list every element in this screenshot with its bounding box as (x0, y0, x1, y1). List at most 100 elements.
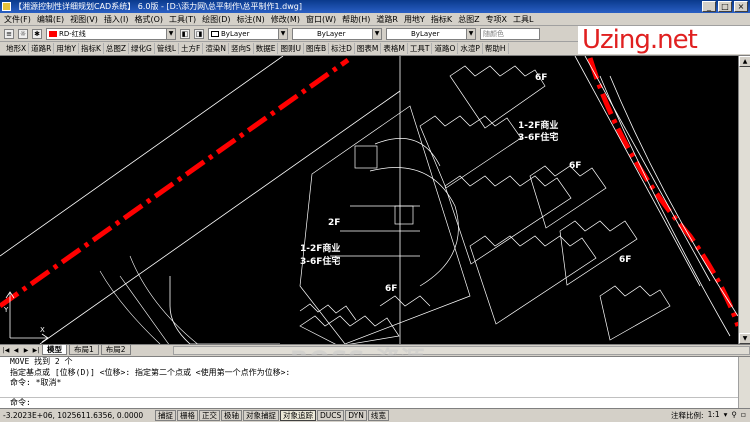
red-line-left (0, 57, 350, 309)
building-blocks (299, 65, 671, 344)
status-toggle-button[interactable]: 捕捉 (155, 410, 176, 421)
scroll-down-icon[interactable]: ▼ (739, 333, 750, 344)
label-commercial-west: 1-2F商业 (300, 242, 340, 254)
site-boundary (299, 105, 471, 344)
toolbar-menu-item[interactable]: 图库B (304, 43, 330, 54)
tray-settings-icon[interactable]: ▫ (741, 410, 746, 421)
toolbar-menu-item[interactable]: 标注D (329, 43, 355, 54)
label-6f-mid: 6F (569, 161, 581, 171)
chevron-down-icon: ▼ (278, 28, 287, 39)
status-toggle-button[interactable]: 对象追踪 (280, 410, 316, 421)
status-toggle-button[interactable]: 栅格 (177, 410, 198, 421)
layer-dropdown[interactable]: RD-红线 ▼ (46, 27, 176, 40)
menu-item[interactable]: 专项X (486, 14, 507, 25)
tab-prev-icon[interactable]: ◀ (12, 346, 20, 355)
layer-state-icon[interactable]: ◧ (180, 28, 190, 39)
status-toggle-button[interactable]: DYN (345, 410, 367, 421)
toolbar-menu-item[interactable]: 道路O (432, 43, 459, 54)
red-line-right (587, 57, 738, 327)
window-title: 【湘源控制性详细规划CAD系统】 6.0版 - [D:\添力网\总平制作\总平制… (14, 2, 302, 11)
menu-item[interactable]: 工具L (513, 14, 533, 25)
menu-item[interactable]: 总图Z (458, 14, 479, 25)
close-button[interactable]: × (734, 1, 748, 12)
toolbar-menu-item[interactable]: 图表M (355, 43, 382, 54)
menu-item[interactable]: 标注(N) (237, 14, 265, 25)
toolbar-menu-item[interactable]: 数据E (254, 43, 279, 54)
label-6f-bottom: 6F (385, 284, 397, 294)
menu-item[interactable]: 编辑(E) (37, 14, 64, 25)
menu-item[interactable]: 帮助(H) (342, 14, 370, 25)
tab-last-icon[interactable]: ▶| (32, 346, 40, 355)
minimize-button[interactable]: _ (702, 1, 716, 12)
annotation-scale-dropdown[interactable]: 1:1 (708, 410, 720, 421)
layer-manager-icon[interactable]: ≡ (4, 28, 14, 39)
toolbar-menu-item[interactable]: 土方F (179, 43, 204, 54)
horizontal-scrollbar[interactable] (172, 345, 750, 355)
menu-item[interactable]: 窗口(W) (306, 14, 336, 25)
menu-item[interactable]: 视图(V) (70, 14, 98, 25)
layer-dropdown-value: RD-红线 (59, 29, 86, 38)
annotation-visibility-icon[interactable]: ⚲ (731, 410, 737, 421)
label-2f: 2F (328, 218, 340, 228)
toolbar-menu-item[interactable]: 图则U (278, 43, 304, 54)
linetype-dropdown[interactable]: ByLayer ▼ (292, 27, 382, 40)
toolbar-menu-item[interactable]: 管线L (155, 43, 180, 54)
lineweight-dropdown[interactable]: ByLayer ▼ (386, 27, 476, 40)
brand-watermark: Uzing.net (578, 26, 750, 54)
bulb-icon[interactable]: ☼ (18, 28, 28, 39)
menu-item[interactable]: 道路R (376, 14, 398, 25)
status-toggle-button[interactable]: DUCS (317, 410, 345, 421)
menu-item[interactable]: 绘图(D) (202, 14, 230, 25)
scroll-up-icon[interactable]: ▲ (739, 56, 750, 67)
menu-item[interactable]: 用地Y (404, 14, 425, 25)
toolbar-menu-item[interactable]: 总图Z (104, 43, 130, 54)
menu-item[interactable]: 文件(F) (4, 14, 31, 25)
status-toggle-button[interactable]: 极轴 (221, 410, 242, 421)
plotstyle-dropdown[interactable]: 随颜色 (480, 27, 540, 40)
toolbar-menu-item[interactable]: 帮助H (483, 43, 509, 54)
misc-linework (99, 255, 199, 344)
status-toggle-button[interactable]: 对象捕捉 (243, 410, 279, 421)
tab-first-icon[interactable]: |◀ (2, 346, 10, 355)
chevron-down-icon[interactable]: ▾ (724, 410, 728, 421)
command-history-line: 命令: *取消* (10, 378, 62, 387)
sun-icon[interactable]: ✱ (32, 28, 42, 39)
toolbar-menu-item[interactable]: 竖向S (229, 43, 254, 54)
color-dropdown[interactable]: ByLayer ▼ (208, 27, 288, 40)
tab-model[interactable]: 模型 (42, 345, 67, 355)
layer-color-swatch (49, 30, 57, 37)
command-input[interactable]: 命令: (0, 397, 750, 408)
tab-layout1[interactable]: 布局1 (69, 345, 99, 355)
annotation-scale-label: 注释比例: (671, 411, 704, 420)
toolbar-menu-item[interactable]: 渲染N (203, 43, 229, 54)
toolbar-menu-item[interactable]: 道路R (29, 43, 55, 54)
toolbar-menu-item[interactable]: 水渲P (458, 43, 483, 54)
status-toggle-button[interactable]: 正交 (199, 410, 220, 421)
command-prompt: 命令: (10, 398, 31, 407)
drawing-canvas[interactable]: Y X 6F 1-2F商业 3-6F住宅 6F 2F 1-2F商业 3-6F住宅… (0, 56, 738, 344)
tab-layout2[interactable]: 布局2 (100, 345, 131, 355)
menu-item[interactable]: 指标K (431, 14, 452, 25)
command-window[interactable]: MOVE 找到 2 个 指定基点或 [位移(D)] <位移>: 指定第二个点或 … (0, 356, 750, 408)
menu-item[interactable]: 格式(O) (134, 14, 163, 25)
vertical-scrollbar[interactable]: ▲ ▼ (738, 56, 750, 344)
layer-previous-icon[interactable]: ◨ (194, 28, 204, 39)
command-history-line: MOVE 找到 2 个 (10, 357, 73, 366)
toolbar-menu-item[interactable]: 地形X (4, 43, 30, 54)
color-swatch (211, 30, 219, 37)
command-scrollbar[interactable] (738, 357, 750, 408)
cursor-coordinates: -3.2023E+06, 1025611.6356, 0.0000 (3, 411, 144, 420)
status-toggle-button[interactable]: 线宽 (367, 410, 389, 421)
chevron-down-icon: ▼ (372, 28, 381, 39)
menu-item[interactable]: 插入(I) (104, 14, 129, 25)
toolbar-menu-item[interactable]: 工具T (408, 43, 433, 54)
tab-next-icon[interactable]: ▶ (22, 346, 30, 355)
menu-item[interactable]: 工具(T) (169, 14, 196, 25)
toolbar-menu-item[interactable]: 绿化G (129, 43, 155, 54)
menu-item[interactable]: 修改(M) (271, 14, 300, 25)
toolbar-menu-item[interactable]: 用地Y (54, 43, 79, 54)
label-commercial-east: 1-2F商业 (518, 119, 558, 131)
toolbar-menu-item[interactable]: 指标K (79, 43, 104, 54)
maximize-button[interactable]: □ (718, 1, 732, 12)
toolbar-menu-item[interactable]: 表格M (381, 43, 408, 54)
